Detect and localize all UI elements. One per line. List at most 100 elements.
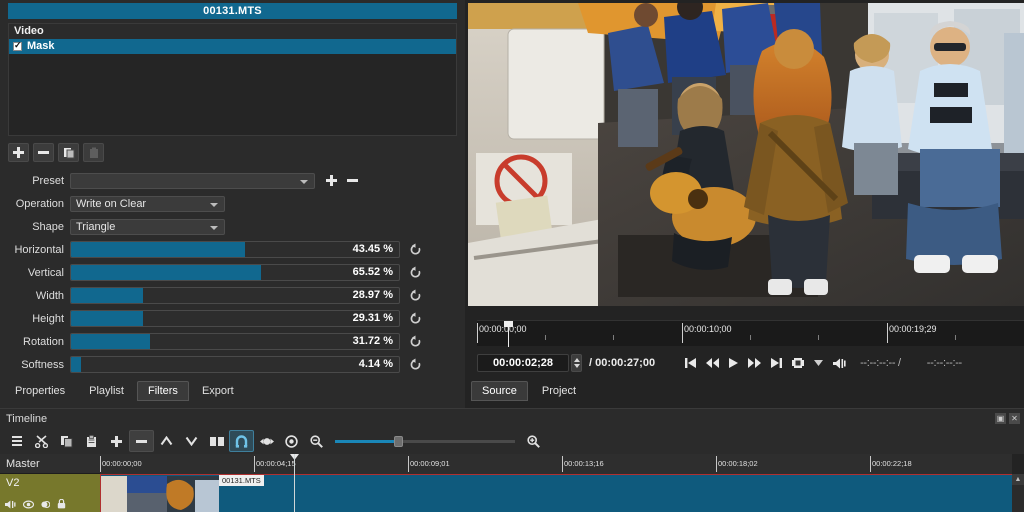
paste-filters-button[interactable] [83, 143, 104, 162]
softness-reset-button[interactable] [408, 358, 422, 372]
copy-button[interactable] [54, 430, 79, 452]
track-head-master[interactable]: Master [0, 454, 100, 474]
timeline-window-buttons: ▣ ✕ [995, 413, 1020, 424]
height-slider[interactable]: 29.31 % [70, 310, 400, 327]
timeline-track-v2-lane[interactable]: 00131.MTS [100, 474, 1024, 512]
tab-export[interactable]: Export [191, 381, 245, 401]
operation-combo[interactable]: Write on Clear [70, 195, 225, 212]
minus-icon [136, 436, 147, 447]
softness-row: Softness 4.14 % [0, 354, 465, 375]
scrub-icon [259, 437, 274, 445]
delete-preset-button[interactable] [342, 171, 363, 190]
horizontal-slider[interactable]: 43.45 % [70, 241, 400, 258]
horizontal-reset-button[interactable] [408, 243, 422, 257]
add-filter-button[interactable] [8, 143, 29, 162]
tab-properties[interactable]: Properties [4, 381, 76, 401]
horizontal-label: Horizontal [14, 243, 64, 256]
rotation-slider[interactable]: 31.72 % [70, 333, 400, 350]
filter-enabled-checkbox[interactable] [13, 40, 22, 51]
timeline-toolbar [0, 428, 1024, 454]
skip-to-end-button[interactable] [771, 358, 783, 368]
lift-button[interactable] [154, 430, 179, 452]
timeline-panel: Timeline ▣ ✕ Master V2 00:00:00;00 00:00… [0, 408, 1024, 512]
horizontal-row: Horizontal 43.45 % [0, 239, 465, 260]
ripple-delete-button[interactable] [129, 430, 154, 452]
filter-list-item-label: Mask [27, 40, 55, 52]
ruler-label: 00:00:04;15 [256, 459, 296, 468]
tab-playlist[interactable]: Playlist [78, 381, 135, 401]
snap-toggle-button[interactable] [229, 430, 254, 452]
skip-to-start-button[interactable] [685, 358, 697, 368]
timeline-ruler[interactable]: 00:00:00;00 00:00:04;15 00:00:09;01 00:0… [100, 454, 1012, 474]
timeline-titlebar: Timeline ▣ ✕ [0, 409, 1024, 428]
cut-button[interactable] [29, 430, 54, 452]
zoom-slider-fill [335, 440, 398, 443]
clip-name-label: 00131.MTS [219, 475, 264, 486]
width-slider[interactable]: 28.97 % [70, 287, 400, 304]
height-reset-button[interactable] [408, 312, 422, 326]
ruler-label: 00:00:00;00 [102, 459, 142, 468]
append-button[interactable] [104, 430, 129, 452]
chevron-down-icon [300, 179, 308, 184]
scissors-icon [35, 434, 48, 448]
width-reset-button[interactable] [408, 289, 422, 303]
total-selected-label: --:--:--:-- [926, 357, 962, 369]
tab-source[interactable]: Source [471, 381, 528, 401]
split-button[interactable] [204, 430, 229, 452]
close-panel-button[interactable]: ✕ [1009, 413, 1020, 424]
undo-icon [410, 335, 420, 347]
timeline-zoom-slider[interactable] [335, 434, 515, 448]
vertical-row: Vertical 65.52 % [0, 262, 465, 283]
grab-frame-button[interactable] [792, 357, 805, 369]
ruler-tick [613, 335, 614, 340]
vertical-reset-button[interactable] [408, 266, 422, 280]
video-frame-image [468, 3, 1024, 306]
preset-combo[interactable] [70, 172, 315, 189]
save-preset-button[interactable] [321, 171, 342, 190]
vertical-slider[interactable]: 65.52 % [70, 264, 400, 281]
softness-slider[interactable]: 4.14 % [70, 356, 400, 373]
tab-project[interactable]: Project [531, 381, 587, 401]
float-panel-button[interactable]: ▣ [995, 413, 1006, 424]
preset-label: Preset [32, 174, 64, 187]
zoom-timeline-in-button[interactable] [521, 430, 546, 452]
filter-panel-title: 00131.MTS [8, 3, 457, 19]
timeline-clip-00131[interactable]: 00131.MTS [100, 474, 1024, 512]
paste-icon [87, 434, 96, 447]
rewind-button[interactable] [706, 358, 720, 368]
hide-icon[interactable] [22, 499, 35, 512]
zoom-slider-handle[interactable] [394, 436, 404, 447]
remove-filter-button[interactable] [33, 143, 54, 162]
video-preview[interactable] [468, 3, 1024, 306]
ripple-all-tracks-button[interactable] [279, 430, 304, 452]
minus-icon [347, 175, 358, 186]
overwrite-button[interactable] [179, 430, 204, 452]
paste-button[interactable] [79, 430, 104, 452]
timeline-menu-button[interactable] [4, 430, 29, 452]
play-button[interactable] [729, 358, 739, 368]
mute-icon[interactable] [5, 500, 16, 512]
filter-list-item-mask[interactable]: Mask [9, 39, 456, 54]
rotation-reset-button[interactable] [408, 335, 422, 349]
more-options-button[interactable] [814, 360, 824, 366]
copy-filters-button[interactable] [58, 143, 79, 162]
player-scrub-bar[interactable]: 00:00:00;00 00:00:10;00 00:00:19;29 [477, 320, 1024, 347]
zoom-timeline-out-button[interactable] [304, 430, 329, 452]
filter-list-group-video: Video [9, 24, 456, 39]
scroll-up-icon[interactable]: ▲ [1012, 474, 1024, 485]
rotation-row: Rotation 31.72 % [0, 331, 465, 352]
volume-button[interactable] [833, 358, 846, 369]
shape-combo[interactable]: Triangle [70, 218, 225, 235]
lock-icon[interactable] [57, 498, 66, 512]
scrub-while-dragging-button[interactable] [254, 430, 279, 452]
fast-forward-button[interactable] [748, 358, 762, 368]
ruler-label: 00:00:10;00 [684, 324, 732, 334]
position-stepper[interactable] [571, 354, 582, 372]
ruler-label: 00:00:22;18 [872, 459, 912, 468]
current-position-field[interactable]: 00:00:02;28 [477, 354, 569, 372]
track-head-v2[interactable]: V2 [0, 474, 100, 512]
blend-icon[interactable] [41, 500, 51, 512]
tab-filters[interactable]: Filters [136, 381, 189, 401]
filter-list[interactable]: Video Mask [8, 23, 457, 136]
timeline-vertical-scrollbar[interactable]: ▲ [1012, 474, 1024, 512]
